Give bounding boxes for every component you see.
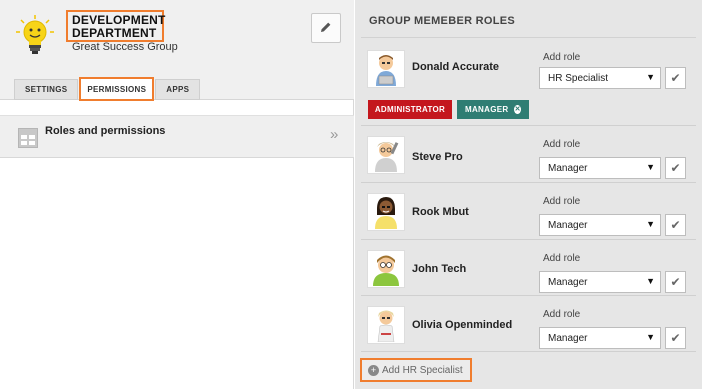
edit-group-button[interactable] [311, 13, 341, 43]
role-select[interactable]: Manager ▼ [539, 271, 661, 293]
confirm-role-button[interactable]: ✔ [665, 67, 686, 89]
member-row-rook-mbut: Rook Mbut Add role Manager ▼ ✔ [361, 183, 696, 240]
role-select[interactable]: Manager ▼ [539, 214, 661, 236]
administrator-role-badge: ADMINISTRATOR [368, 100, 452, 119]
member-row-olivia-openminded: Olivia Openminded Add role Manager ▼ ✔ [361, 296, 696, 352]
confirm-role-button[interactable]: ✔ [665, 214, 686, 236]
dropdown-arrow-icon: ▼ [646, 72, 655, 82]
avatar [367, 136, 405, 174]
add-role-label: Add role [543, 309, 581, 320]
dropdown-arrow-icon: ▼ [646, 219, 655, 229]
checkmark-icon: ✔ [670, 331, 681, 345]
member-roles-panel: GROUP MEMEBER ROLES Donald Accurate Add … [355, 0, 702, 389]
checkmark-icon: ✔ [670, 218, 681, 232]
role-select[interactable]: Manager ▼ [539, 157, 661, 179]
confirm-role-button[interactable]: ✔ [665, 327, 686, 349]
double-chevron-right-icon[interactable]: » [330, 126, 338, 143]
member-name: John Tech [412, 263, 467, 275]
member-name: Steve Pro [412, 151, 463, 163]
confirm-role-button[interactable]: ✔ [665, 271, 686, 293]
role-select-value: Manager [548, 277, 588, 288]
group-tabs: SETTINGS PERMISSIONS APPS [14, 77, 201, 101]
plus-circle-icon: + [368, 364, 379, 376]
confirm-role-button[interactable]: ✔ [665, 157, 686, 179]
avatar [367, 306, 405, 344]
role-select[interactable]: Manager ▼ [539, 327, 661, 349]
roles-and-permissions-item[interactable]: Roles and permissions » [0, 115, 354, 158]
add-role-label: Add role [543, 52, 581, 63]
role-select-value: Manager [548, 220, 588, 231]
badge-label: MANAGER [465, 105, 509, 114]
add-hr-specialist-label: Add HR Specialist [382, 364, 463, 376]
checkmark-icon: ✔ [670, 71, 681, 85]
roles-and-permissions-title: Roles and permissions [45, 125, 166, 137]
manager-role-badge: MANAGER ✕ [457, 100, 529, 119]
dropdown-arrow-icon: ▼ [646, 276, 655, 286]
group-title-line2: DEPARTMENT [72, 26, 157, 40]
lightbulb-logo-icon [15, 14, 55, 56]
role-select-value: Manager [548, 333, 588, 344]
group-settings-panel: DEVELOPMENT DEPARTMENT Great Success Gro… [0, 0, 354, 389]
tab-settings[interactable]: SETTINGS [14, 79, 79, 100]
dropdown-arrow-icon: ▼ [646, 332, 655, 342]
add-role-label: Add role [543, 139, 581, 150]
avatar [367, 50, 405, 88]
add-hr-specialist-button[interactable]: + Add HR Specialist [360, 358, 472, 382]
avatar [367, 193, 405, 231]
roles-grid-icon [18, 128, 38, 148]
checkmark-icon: ✔ [670, 161, 681, 175]
group-title-highlight: DEVELOPMENT DEPARTMENT [66, 10, 165, 42]
tab-apps[interactable]: APPS [155, 79, 201, 100]
group-header: DEVELOPMENT DEPARTMENT Great Success Gro… [0, 0, 354, 101]
group-subtitle: Great Success Group [72, 41, 178, 53]
add-role-label: Add role [543, 196, 581, 207]
remove-x-icon[interactable]: ✕ [514, 105, 521, 114]
role-select[interactable]: HR Specialist ▼ [539, 67, 661, 89]
member-row-john-tech: John Tech Add role Manager ▼ ✔ [361, 240, 696, 296]
member-row-steve-pro: Steve Pro Add role Manager ▼ ✔ [361, 126, 696, 183]
badge-label: ADMINISTRATOR [374, 105, 446, 114]
role-select-value: HR Specialist [548, 73, 609, 84]
checkmark-icon: ✔ [670, 275, 681, 289]
member-roles-heading: GROUP MEMEBER ROLES [369, 15, 516, 27]
dropdown-arrow-icon: ▼ [646, 162, 655, 172]
role-select-value: Manager [548, 163, 588, 174]
member-name: Olivia Openminded [412, 319, 513, 331]
pencil-icon [320, 21, 332, 36]
add-role-label: Add role [543, 253, 581, 264]
member-name: Donald Accurate [412, 61, 500, 73]
avatar [367, 250, 405, 288]
member-name: Rook Mbut [412, 206, 469, 218]
tab-permissions[interactable]: PERMISSIONS [79, 77, 155, 101]
